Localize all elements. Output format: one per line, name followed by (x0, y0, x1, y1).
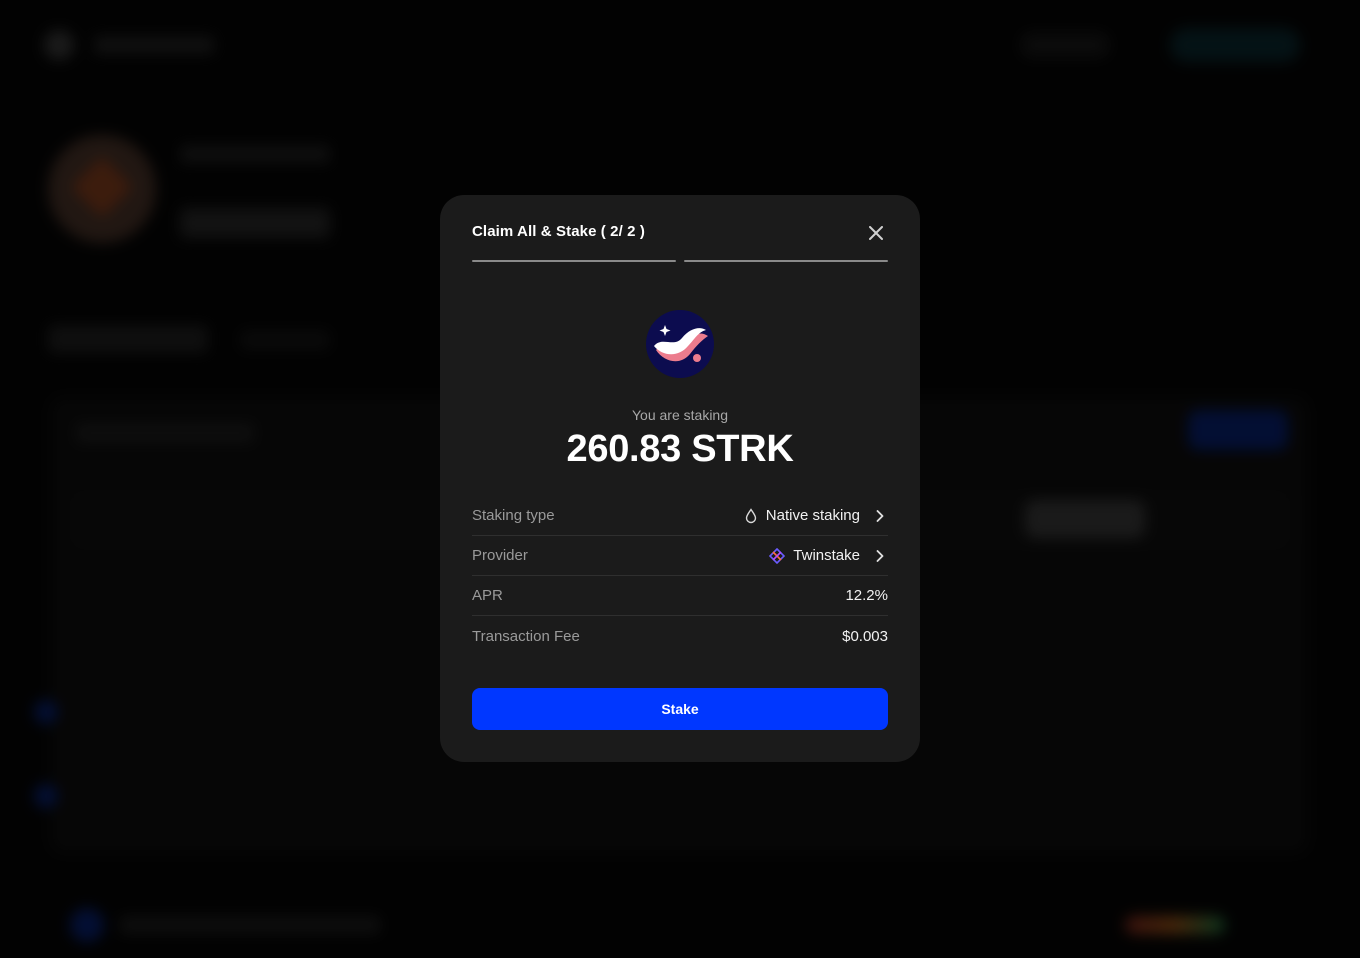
close-icon (869, 226, 883, 240)
provider-row[interactable]: Provider Twinstake (472, 536, 888, 576)
apr-row: APR 12.2% (472, 576, 888, 616)
step-indicator-2 (684, 260, 888, 262)
close-button[interactable] (864, 221, 888, 245)
step-progress (472, 260, 888, 262)
apr-label: APR (472, 587, 503, 604)
provider-label: Provider (472, 547, 528, 564)
provider-value: Twinstake (793, 547, 860, 564)
fee-value: $0.003 (842, 627, 888, 645)
chevron-right-icon (872, 548, 888, 564)
staking-type-value-group: Native staking (744, 507, 888, 524)
claim-stake-modal: Claim All & Stake ( 2/ 2 ) You are staki… (440, 195, 920, 762)
staking-type-label: Staking type (472, 507, 555, 524)
twinstake-logo (769, 547, 786, 564)
starknet-logo (646, 310, 714, 378)
staking-type-value: Native staking (765, 507, 860, 524)
apr-value: 12.2% (845, 587, 888, 604)
fee-row: Transaction Fee $0.003 (472, 616, 888, 656)
stake-button[interactable]: Stake (472, 688, 888, 730)
step-indicator-1 (472, 260, 676, 262)
staking-amount: 260.83 STRK (566, 428, 794, 470)
staking-label: You are staking (632, 407, 728, 423)
staking-type-row[interactable]: Staking type Native staking (472, 496, 888, 536)
chevron-right-icon (872, 508, 888, 524)
fee-label: Transaction Fee (472, 627, 580, 645)
details-list: Staking type Native staking Provider Twi… (472, 496, 888, 656)
provider-value-group: Twinstake (769, 547, 888, 564)
modal-title: Claim All & Stake ( 2/ 2 ) (472, 223, 645, 240)
droplet-icon (745, 507, 756, 523)
